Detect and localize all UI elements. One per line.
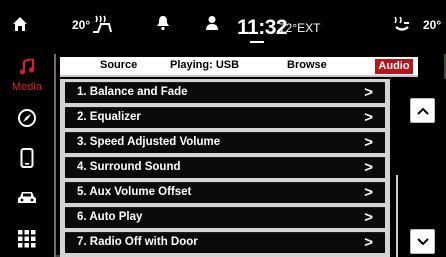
audio-settings-list: 1. Balance and Fade > 2. Equalizer > 3. … — [60, 79, 390, 257]
chevron-right-icon: > — [364, 109, 373, 126]
chevron-right-icon: > — [364, 234, 373, 251]
left-temp[interactable]: 20° — [72, 18, 90, 32]
media-tabs: Source Playing: USB Browse Audio — [60, 57, 418, 77]
list-item[interactable]: 5. Aux Volume Offset > — [65, 182, 385, 203]
scroll-controls — [390, 79, 446, 257]
sidebar-item-apps[interactable] — [0, 226, 54, 256]
list-item-label: 2. Equalizer — [77, 111, 141, 123]
chevron-up-icon — [416, 102, 429, 120]
list-item[interactable]: 4. Surround Sound > — [65, 157, 385, 178]
list-item-label: 7. Radio Off with Door — [77, 236, 198, 248]
chevron-right-icon: > — [364, 159, 373, 176]
app-grid-icon — [18, 229, 36, 253]
chevron-right-icon: > — [364, 134, 373, 151]
list-item-label: 6. Auto Play — [77, 211, 143, 223]
sidebar-item-vehicle[interactable] — [0, 185, 54, 215]
tab-source[interactable]: Source — [100, 59, 137, 71]
list-item[interactable]: 7. Radio Off with Door > — [65, 232, 385, 253]
scroll-down-button[interactable] — [410, 229, 435, 254]
chevron-right-icon: > — [364, 209, 373, 226]
list-item[interactable]: 2. Equalizer > — [65, 107, 385, 128]
heated-steering-wheel-icon[interactable] — [392, 15, 412, 33]
right-temp[interactable]: 20° — [423, 18, 441, 32]
sidebar-item-navigation[interactable] — [0, 105, 54, 135]
phone-icon — [20, 147, 34, 173]
heated-seat-icon[interactable] — [90, 14, 114, 34]
car-icon — [17, 190, 37, 211]
scroll-up-button[interactable] — [410, 98, 435, 123]
tab-browse[interactable]: Browse — [287, 59, 327, 71]
user-profile-icon[interactable] — [205, 15, 219, 31]
compass-icon — [17, 108, 37, 133]
sidebar-item-label: Media — [12, 81, 42, 93]
clock-indicator — [250, 41, 264, 43]
tab-playing[interactable]: Playing: USB — [170, 59, 239, 71]
sidebar: Media — [0, 54, 56, 257]
list-item[interactable]: 1. Balance and Fade > — [65, 82, 385, 103]
list-item[interactable]: 3. Speed Adjusted Volume > — [65, 132, 385, 153]
sidebar-item-media[interactable]: Media — [0, 56, 54, 96]
notification-bell-icon[interactable] — [156, 15, 170, 31]
tab-audio[interactable]: Audio — [375, 59, 413, 74]
chevron-right-icon: > — [364, 84, 373, 101]
status-bar: 20° 11:32 72°EXT 20° — [0, 0, 446, 54]
music-note-icon — [19, 57, 35, 80]
scrollbar[interactable] — [396, 175, 398, 257]
sidebar-item-phone[interactable] — [0, 145, 54, 175]
home-icon[interactable] — [12, 16, 28, 32]
chevron-right-icon: > — [364, 184, 373, 201]
chevron-down-icon — [416, 233, 429, 251]
outside-temp: 72°EXT — [279, 21, 321, 35]
list-item-label: 4. Surround Sound — [77, 161, 181, 173]
list-item-label: 5. Aux Volume Offset — [77, 186, 192, 198]
list-item-label: 1. Balance and Fade — [77, 86, 188, 98]
list-item[interactable]: 6. Auto Play > — [65, 207, 385, 228]
list-item-label: 3. Speed Adjusted Volume — [77, 136, 221, 148]
